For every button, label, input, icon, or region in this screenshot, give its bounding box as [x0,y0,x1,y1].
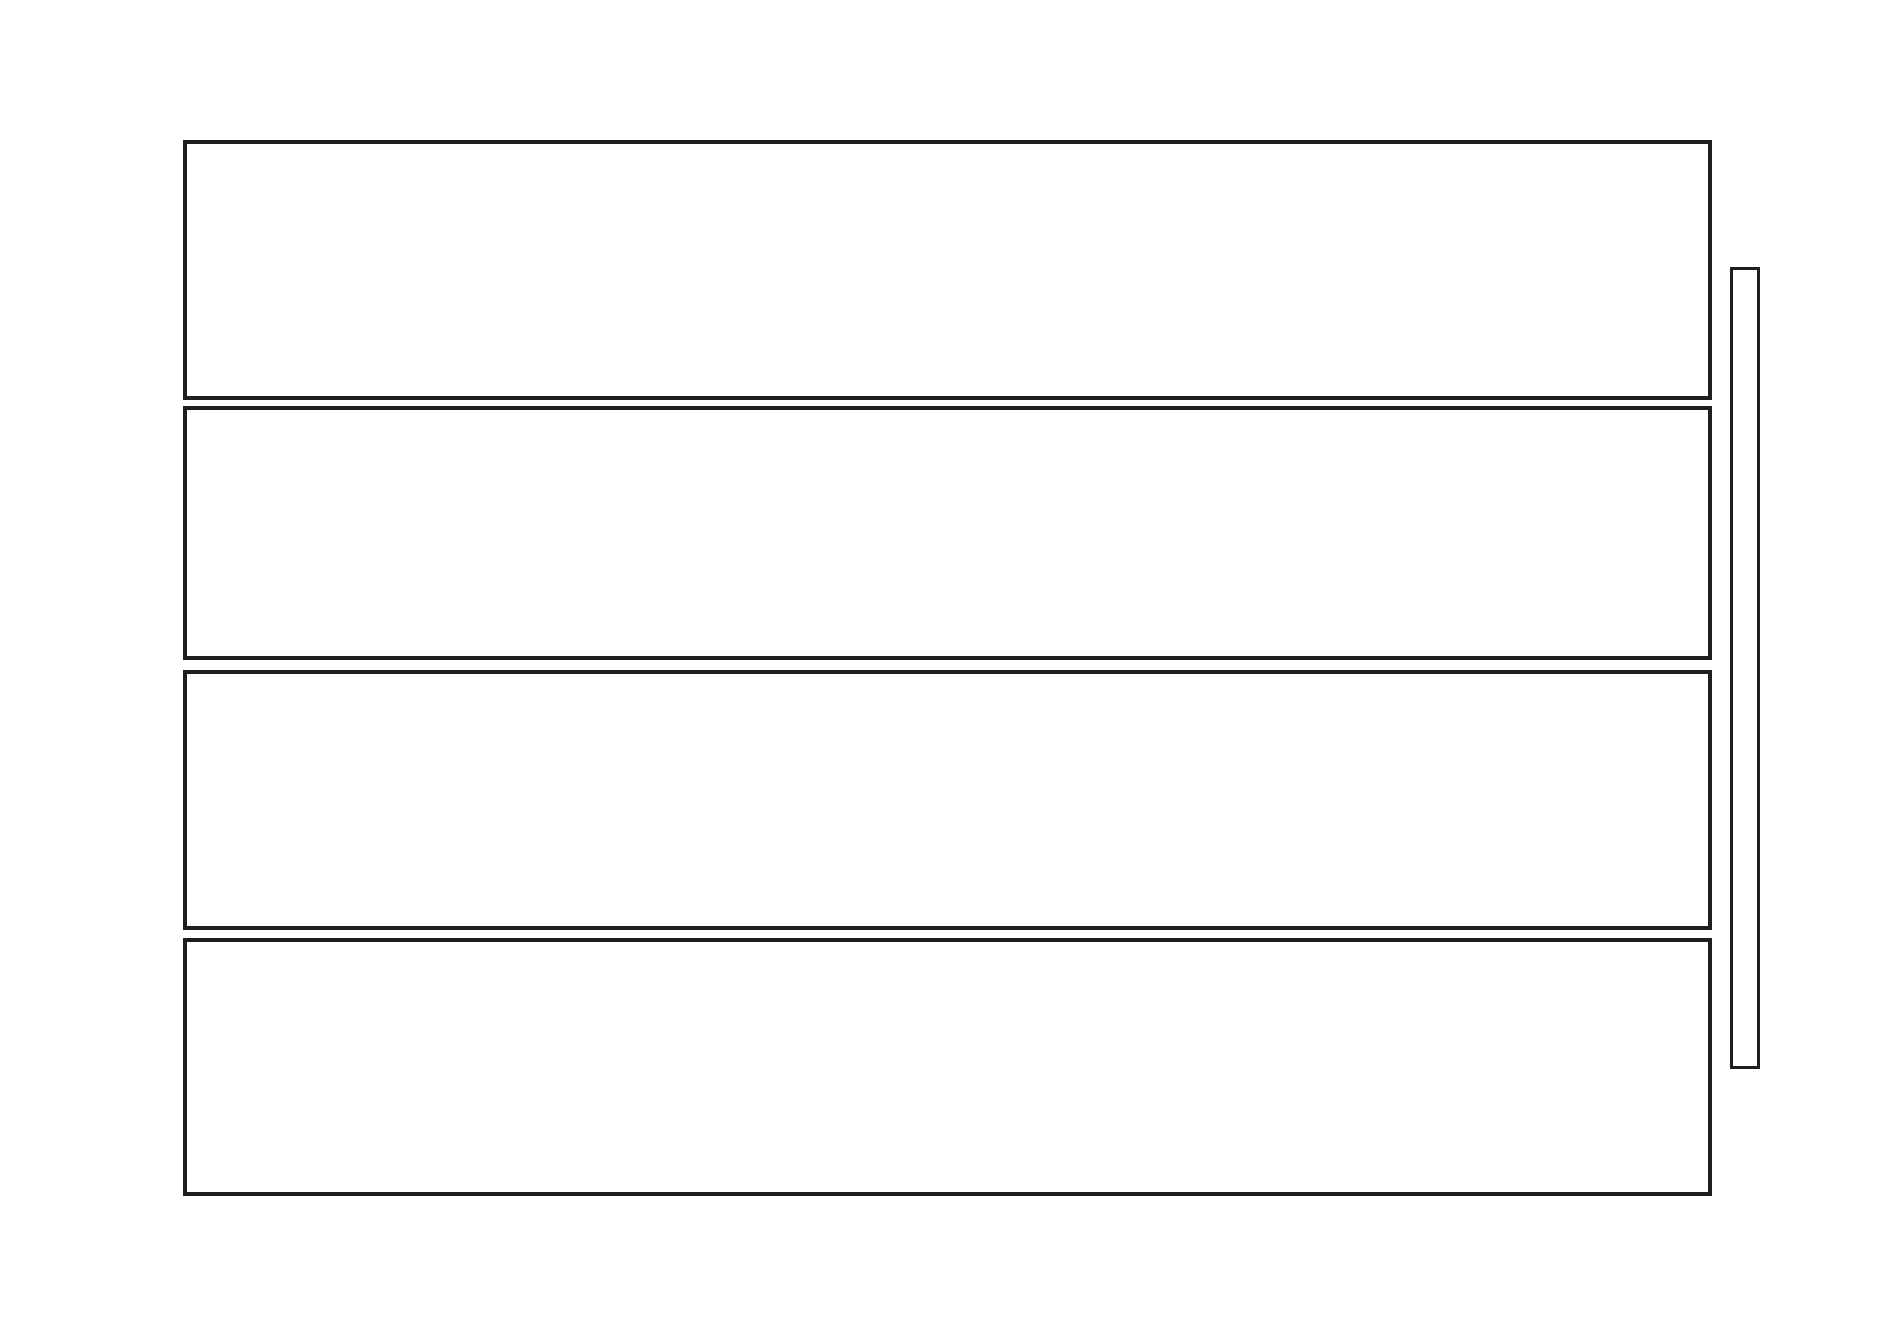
panel-s4 [183,670,1712,930]
panel-sigma-phi [183,938,1712,1196]
figure-root [0,0,1902,1330]
colorbar [1730,267,1760,1069]
panel-rot [183,406,1712,660]
vtec-plot-canvas [187,144,1708,396]
rot-plot-canvas [187,410,1708,656]
s4-plot-canvas [187,674,1708,926]
panel-vtec [183,140,1712,400]
sigma-phi-plot-canvas [187,942,1708,1192]
